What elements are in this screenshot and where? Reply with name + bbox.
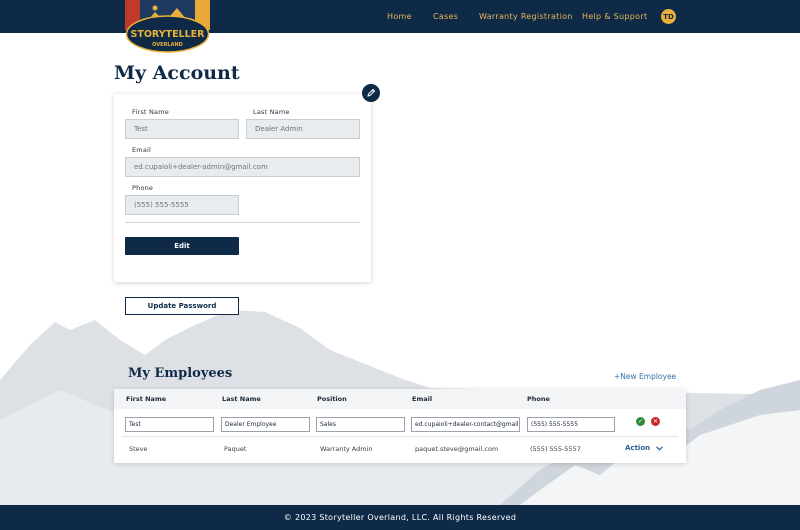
nav-cases-link[interactable]: Cases xyxy=(433,12,458,21)
edit-button[interactable]: Edit xyxy=(125,237,239,255)
phone-field[interactable]: (555) 555-5555 xyxy=(125,195,239,215)
logo-text: STORYTELLER xyxy=(131,29,206,40)
row-last-name: Paquet xyxy=(224,445,247,453)
new-position-input[interactable]: Sales xyxy=(316,417,405,432)
chevron-down-icon xyxy=(656,445,664,451)
nav-help-link[interactable]: Help & Support xyxy=(582,12,647,21)
row-position: Warranty Admin xyxy=(320,445,373,453)
edit-profile-button[interactable] xyxy=(362,84,380,102)
user-avatar[interactable]: TD xyxy=(661,9,676,24)
table-header: First Name Last Name Position Email Phon… xyxy=(114,389,686,409)
confirm-check-icon[interactable]: ✓ xyxy=(636,417,645,426)
first-name-label: First Name xyxy=(132,108,169,116)
row-divider xyxy=(122,436,678,437)
footer: © 2023 Storyteller Overland, LLC. All Ri… xyxy=(0,505,800,530)
pencil-icon xyxy=(367,88,376,97)
nav-home-link[interactable]: Home xyxy=(387,12,412,21)
row-email: paquet.steve@gmail.com xyxy=(415,445,499,453)
first-name-field[interactable]: Test xyxy=(125,119,239,139)
new-email-input[interactable]: ed.cupaioli+dealer-contact@gmail.com xyxy=(411,417,520,432)
email-label: Email xyxy=(132,146,152,154)
row-action-dropdown[interactable]: Action xyxy=(625,444,664,452)
col-email: Email xyxy=(412,395,433,403)
cancel-x-icon[interactable]: ✕ xyxy=(651,417,660,426)
new-employee-button[interactable]: +New Employee xyxy=(614,372,676,381)
logo-subtext: OVERLAND xyxy=(152,42,183,48)
new-first-name-input[interactable]: Test xyxy=(125,417,214,432)
new-phone-input[interactable]: (555) 555-5555 xyxy=(527,417,615,432)
col-position: Position xyxy=(317,395,347,403)
row-first-name: Steve xyxy=(129,445,148,453)
col-phone: Phone xyxy=(527,395,550,403)
col-first-name: First Name xyxy=(126,395,167,403)
employees-table: First Name Last Name Position Email Phon… xyxy=(114,389,686,463)
page-title: My Account xyxy=(114,62,240,84)
nav-warranty-link[interactable]: Warranty Registration xyxy=(479,12,573,21)
phone-label: Phone xyxy=(132,184,154,192)
top-navbar: Home Cases Warranty Registration Help & … xyxy=(0,0,800,33)
employees-title: My Employees xyxy=(128,366,233,381)
last-name-label: Last Name xyxy=(253,108,290,116)
last-name-field[interactable]: Dealer Admin xyxy=(246,119,360,139)
row-phone: (555) 555-5557 xyxy=(530,445,581,453)
new-last-name-input[interactable]: Dealer Employee xyxy=(221,417,310,432)
action-label: Action xyxy=(625,444,651,452)
col-last-name: Last Name xyxy=(222,395,261,403)
card-divider xyxy=(125,222,360,223)
storyteller-logo[interactable]: STORYTELLER OVERLAND xyxy=(125,0,210,53)
email-field[interactable]: ed.cupaioli+dealer-admin@gmail.com xyxy=(125,157,360,177)
footer-copyright: © 2023 Storyteller Overland, LLC. All Ri… xyxy=(283,513,517,522)
account-card: First Name Test Last Name Dealer Admin E… xyxy=(114,94,371,282)
update-password-button[interactable]: Update Password xyxy=(125,297,239,315)
